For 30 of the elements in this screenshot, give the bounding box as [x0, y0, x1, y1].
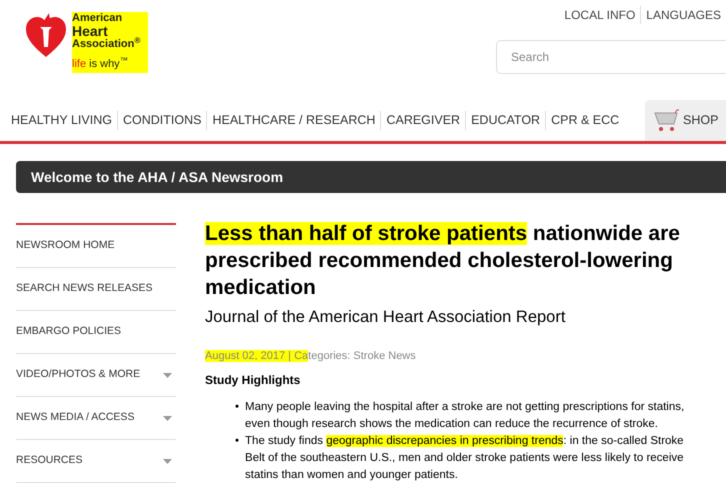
section-title: Study Highlights	[205, 372, 302, 390]
sidebar-item[interactable]: RESOURCES	[16, 440, 176, 483]
shop-button[interactable]: SHOP	[645, 100, 726, 141]
cart-icon	[653, 108, 679, 132]
utility-link[interactable]: LOCAL INFO	[559, 6, 640, 24]
nav-link[interactable]: HEALTHY LIVING	[6, 111, 117, 130]
article-subtitle: Journal of the American Heart Association Report	[205, 307, 566, 328]
sidebar-item[interactable]: SEARCH NEWS RELEASES	[16, 268, 176, 311]
sidebar-item[interactable]: NEWSROOM HOME	[16, 225, 176, 268]
nav-link[interactable]: EDUCATOR	[465, 111, 546, 130]
nav-link[interactable]: CAREGIVER	[380, 111, 466, 130]
logo-wordmark: American Heart Association$^{®}$ life is why$^{™}$	[72, 12, 148, 72]
nav-link[interactable]: HEALTHCARE / RESEARCH	[206, 111, 380, 130]
bullet-marker: •	[235, 434, 240, 450]
sidebar-item[interactable]: VIDEO/PHOTOS & MORE	[16, 354, 176, 397]
sidebar-item[interactable]: EMBARGO POLICIES	[16, 311, 176, 354]
article-headline: Less than half of stroke patients nationwide are prescribed recommended cholesterol-lowering medication	[205, 221, 681, 301]
highlight-bullet: Many people leaving the hospital after a stroke are not getting prescriptions for statins, even though research shows the medication can reduce the recurrence of stroke.	[245, 400, 686, 432]
welcome-banner: Welcome to the AHA / ASA Newsroom	[16, 161, 726, 193]
nav-link[interactable]: CONDITIONS	[116, 111, 206, 130]
highlight-bullet: The study finds geographic discrepancies in prescribing trends: in the so-called Stroke Belt of the southeastern U.S., men and older stroke patients were less likely to receive statins than women and younger patients.	[245, 434, 685, 484]
search-field[interactable]: Search	[496, 40, 726, 74]
caret-icon	[163, 416, 172, 420]
bullet-marker: •	[235, 400, 240, 416]
caret-icon	[163, 458, 172, 464]
heart-torch-icon	[26, 13, 66, 59]
utility-link[interactable]: LANGUAGES	[640, 6, 726, 24]
nav-link[interactable]: CPR & ECC	[545, 111, 624, 130]
caret-icon	[163, 372, 172, 378]
sidebar-item[interactable]: NEWS MEDIA / ACCESS	[16, 397, 176, 440]
